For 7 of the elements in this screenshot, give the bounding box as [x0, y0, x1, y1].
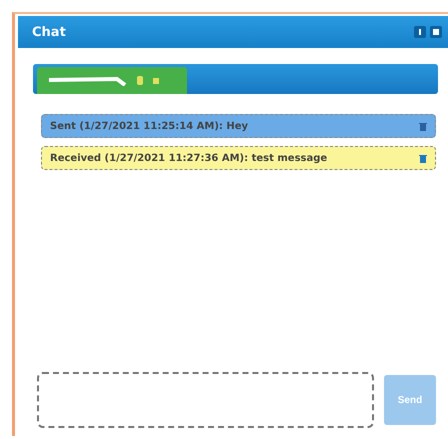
trash-icon[interactable] [419, 121, 427, 131]
message-text: Sent (1/27/2021 11:25:14 AM): Hey [50, 120, 248, 132]
window-title: Chat [32, 24, 66, 40]
maximize-icon[interactable] [430, 26, 442, 38]
message-text: Received (1/27/2021 11:27:36 AM): test message [50, 152, 328, 164]
message-input[interactable] [37, 372, 374, 428]
trash-icon[interactable] [419, 153, 427, 163]
